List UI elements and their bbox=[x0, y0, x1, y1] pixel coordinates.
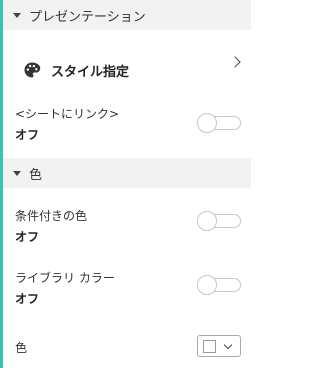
chevron-down-icon bbox=[223, 340, 233, 349]
properties-panel: プレゼンテーション スタイル指定 <シートにリンク> オフ 色 条件付きの色 オ… bbox=[0, 0, 251, 368]
conditional-color-toggle[interactable] bbox=[197, 211, 241, 231]
style-setting-label: スタイル指定 bbox=[51, 64, 130, 80]
section-header-color[interactable]: 色 bbox=[3, 158, 251, 188]
conditional-color-value: オフ bbox=[15, 230, 40, 244]
toggle-knob bbox=[197, 211, 217, 231]
color-swatch bbox=[203, 339, 216, 353]
toggle-knob bbox=[197, 275, 217, 295]
caret-down-icon bbox=[13, 171, 21, 176]
color-picker-button[interactable] bbox=[197, 335, 241, 357]
section-title-presentation: プレゼンテーション bbox=[29, 9, 146, 25]
section-title-color: 色 bbox=[29, 167, 43, 183]
library-color-value: オフ bbox=[15, 292, 40, 306]
toggle-knob bbox=[197, 113, 217, 133]
palette-icon bbox=[24, 62, 41, 78]
section-header-presentation[interactable]: プレゼンテーション bbox=[3, 0, 251, 30]
library-color-toggle[interactable] bbox=[197, 275, 241, 295]
caret-down-icon bbox=[13, 12, 21, 18]
style-setting-row[interactable]: スタイル指定 bbox=[3, 52, 251, 88]
link-to-sheet-toggle[interactable] bbox=[197, 113, 241, 133]
